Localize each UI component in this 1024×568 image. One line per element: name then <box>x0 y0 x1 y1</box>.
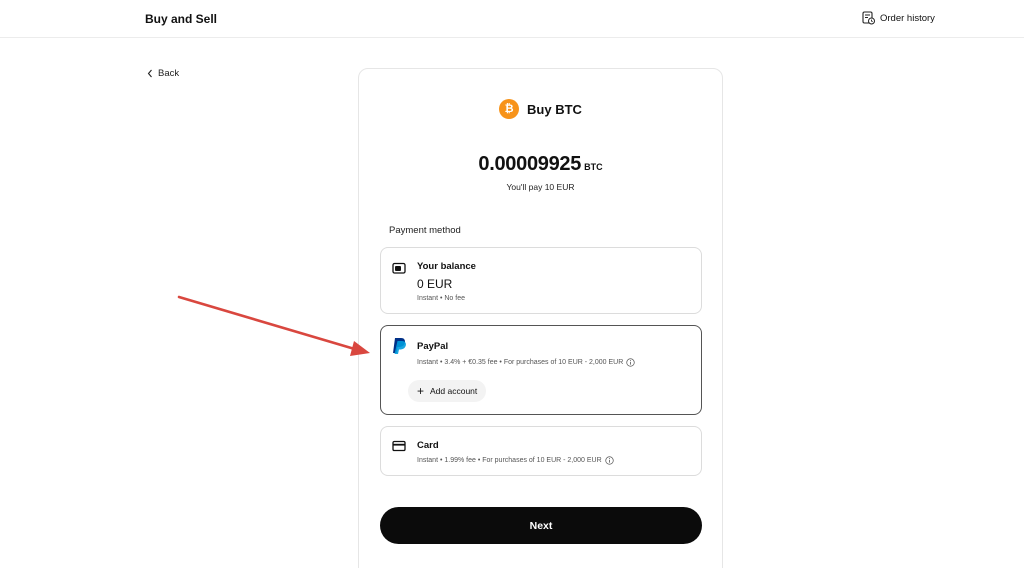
back-label: Back <box>158 68 180 79</box>
paypal-icon <box>393 338 406 354</box>
chevron-left-icon <box>147 69 152 78</box>
paypal-details-text: Instant • 3.4% + €0.35 fee • For purchas… <box>417 359 624 366</box>
add-account-button[interactable]: + Add account <box>408 380 487 402</box>
wallet-icon <box>392 262 406 274</box>
credit-card-icon <box>392 440 406 452</box>
balance-amount: 0 EUR <box>417 277 453 291</box>
back-button[interactable]: Back <box>147 68 179 79</box>
next-button[interactable]: Next <box>380 507 702 544</box>
card-details-text: Instant • 1.99% fee • For purchases of 1… <box>417 457 602 464</box>
buy-header: ₿ Buy BTC <box>359 99 722 119</box>
plus-icon: + <box>417 384 425 398</box>
btc-amount: 0.00009925 <box>478 153 582 175</box>
payment-method-label: Payment method <box>389 225 461 236</box>
payment-option-card[interactable]: Card Instant • 1.99% fee • For purchases… <box>380 426 702 476</box>
paypal-details: Instant • 3.4% + €0.35 fee • For purchas… <box>417 358 635 367</box>
balance-details: Instant • No fee <box>417 295 465 302</box>
buy-card: ₿ Buy BTC 0.00009925 BTC You'll pay 10 E… <box>358 68 723 568</box>
top-bar: Buy and Sell Order history <box>0 0 1024 38</box>
order-history-icon <box>862 11 875 25</box>
amount-unit: BTC <box>584 162 603 172</box>
paypal-title: PayPal <box>417 341 449 352</box>
payment-option-paypal[interactable]: PayPal Instant • 3.4% + €0.35 fee • For … <box>380 325 702 415</box>
payment-option-balance[interactable]: Your balance 0 EUR Instant • No fee <box>380 247 702 314</box>
pay-note: You'll pay 10 EUR <box>506 182 575 192</box>
buy-title: Buy BTC <box>527 101 582 117</box>
page-title: Buy and Sell <box>145 12 218 26</box>
add-account-label: Add account <box>430 386 478 396</box>
amount-display: 0.00009925 BTC <box>359 153 722 176</box>
order-history-button[interactable]: Order history <box>862 11 935 25</box>
info-icon[interactable] <box>626 358 635 367</box>
card-title: Card <box>417 440 439 451</box>
order-history-label: Order history <box>880 12 935 24</box>
info-icon[interactable] <box>605 456 614 465</box>
card-details: Instant • 1.99% fee • For purchases of 1… <box>417 456 614 465</box>
balance-title: Your balance <box>417 261 476 272</box>
bitcoin-icon: ₿ <box>499 99 520 119</box>
balance-details-text: Instant • No fee <box>417 295 465 302</box>
